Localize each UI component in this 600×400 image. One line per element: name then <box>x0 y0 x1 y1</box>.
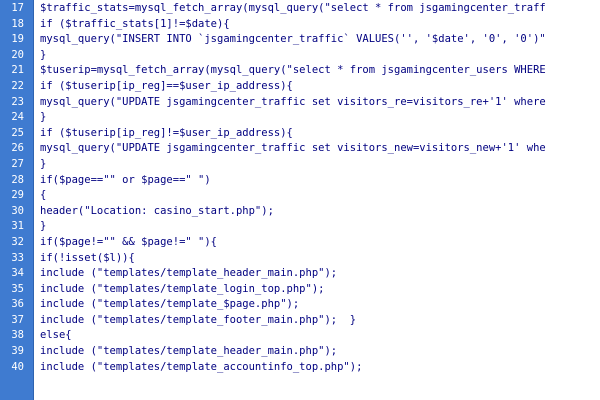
code-text[interactable]: } <box>40 48 46 64</box>
code-text[interactable]: $tuserip=mysql_fetch_array(mysql_query("… <box>40 63 546 79</box>
code-text[interactable]: include ("templates/template_accountinfo… <box>40 360 362 376</box>
line-number: 31 <box>11 220 24 233</box>
code-text[interactable]: include ("templates/template_login_top.p… <box>40 282 324 298</box>
code-text[interactable]: mysql_query("UPDATE jsgamingcenter_traff… <box>40 95 546 111</box>
code-line[interactable]: 24} <box>0 110 600 126</box>
line-number: 20 <box>11 48 24 61</box>
code-line[interactable]: 27} <box>0 157 600 173</box>
code-line[interactable]: 23 mysql_query("UPDATE jsgamingcenter_tra… <box>0 95 600 111</box>
line-number: 19 <box>11 33 24 46</box>
code-text[interactable]: else{ <box>40 328 72 344</box>
code-text[interactable]: if($page!="" && $page!=" "){ <box>40 235 217 251</box>
line-number: 36 <box>11 298 24 311</box>
line-number: 18 <box>11 17 24 30</box>
line-number: 25 <box>11 126 24 139</box>
code-text[interactable]: } <box>40 157 46 173</box>
line-number: 39 <box>11 345 24 358</box>
code-text[interactable]: include ("templates/template_header_main… <box>40 344 337 360</box>
code-line[interactable]: 40 include ("templates/template_accountin… <box>0 360 600 376</box>
code-text[interactable]: mysql_query("INSERT INTO `jsgamingcenter… <box>40 32 546 48</box>
line-number: 33 <box>11 251 24 264</box>
line-number: 27 <box>11 157 24 170</box>
code-text[interactable]: if ($tuserip[ip_reg]==$user_ip_address){ <box>40 79 293 95</box>
code-line[interactable]: 38 else{ <box>0 328 600 344</box>
line-number: 37 <box>11 313 24 326</box>
code-editor[interactable]: 17 $traffic_stats=mysql_fetch_array(mysql… <box>0 0 600 400</box>
line-number: 28 <box>11 173 24 186</box>
code-line[interactable]: 20} <box>0 48 600 64</box>
line-number: 32 <box>11 235 24 248</box>
code-lines[interactable]: 17 $traffic_stats=mysql_fetch_array(mysql… <box>0 1 600 375</box>
code-text[interactable]: { <box>40 188 46 204</box>
code-text[interactable]: include ("templates/template_footer_main… <box>40 313 356 329</box>
code-line[interactable]: 30 header("Location: casino_start.php"); <box>0 204 600 220</box>
code-line[interactable]: 18 if ($traffic_stats[1]!=$date){ <box>0 17 600 33</box>
line-number: 29 <box>11 189 24 202</box>
code-text[interactable]: $traffic_stats=mysql_fetch_array(mysql_q… <box>40 1 546 17</box>
code-text[interactable]: header("Location: casino_start.php"); <box>40 204 274 220</box>
code-text[interactable]: if ($traffic_stats[1]!=$date){ <box>40 17 230 33</box>
code-text[interactable]: include ("templates/template_header_main… <box>40 266 337 282</box>
code-text[interactable]: if(!isset($l)){ <box>40 251 135 267</box>
code-text[interactable]: if($page=="" or $page==" ") <box>40 173 211 189</box>
code-line[interactable]: 32 if($page!="" && $page!=" "){ <box>0 235 600 251</box>
code-line[interactable]: 37 include ("templates/template_footer_ma… <box>0 313 600 329</box>
code-line[interactable]: 33 if(!isset($l)){ <box>0 251 600 267</box>
code-line[interactable]: 21 $tuserip=mysql_fetch_array(mysql_query… <box>0 63 600 79</box>
line-number: 30 <box>11 204 24 217</box>
code-line[interactable]: 19 mysql_query("INSERT INTO `jsgamingcent… <box>0 32 600 48</box>
code-line[interactable]: 34 include ("templates/template_header_ma… <box>0 266 600 282</box>
line-number: 38 <box>11 329 24 342</box>
code-line[interactable]: 39 include ("templates/template_header_ma… <box>0 344 600 360</box>
code-text[interactable]: } <box>40 219 46 235</box>
code-line[interactable]: 35 include ("templates/template_login_top… <box>0 282 600 298</box>
code-text[interactable]: } <box>40 110 46 126</box>
code-text[interactable]: if ($tuserip[ip_reg]!=$user_ip_address){ <box>40 126 293 142</box>
code-text[interactable]: include ("templates/template_$page.php")… <box>40 297 299 313</box>
line-number: 34 <box>11 267 24 280</box>
line-number: 21 <box>11 64 24 77</box>
code-line[interactable]: 36 include ("templates/template_$page.php… <box>0 297 600 313</box>
line-number: 23 <box>11 95 24 108</box>
code-line[interactable]: 25 if ($tuserip[ip_reg]!=$user_ip_address… <box>0 126 600 142</box>
code-line[interactable]: 22 if ($tuserip[ip_reg]==$user_ip_address… <box>0 79 600 95</box>
line-number: 40 <box>11 360 24 373</box>
code-line[interactable]: 26 mysql_query("UPDATE jsgamingcenter_tra… <box>0 141 600 157</box>
line-number: 35 <box>11 282 24 295</box>
line-number: 17 <box>11 2 24 14</box>
code-line[interactable]: 17 $traffic_stats=mysql_fetch_array(mysql… <box>0 1 600 17</box>
code-line[interactable]: 29 { <box>0 188 600 204</box>
code-line[interactable]: 28 if($page=="" or $page==" ") <box>0 173 600 189</box>
code-text[interactable]: mysql_query("UPDATE jsgamingcenter_traff… <box>40 141 546 157</box>
code-line[interactable]: 31} <box>0 219 600 235</box>
line-number: 22 <box>11 79 24 92</box>
line-number: 24 <box>11 111 24 124</box>
line-number: 26 <box>11 142 24 155</box>
